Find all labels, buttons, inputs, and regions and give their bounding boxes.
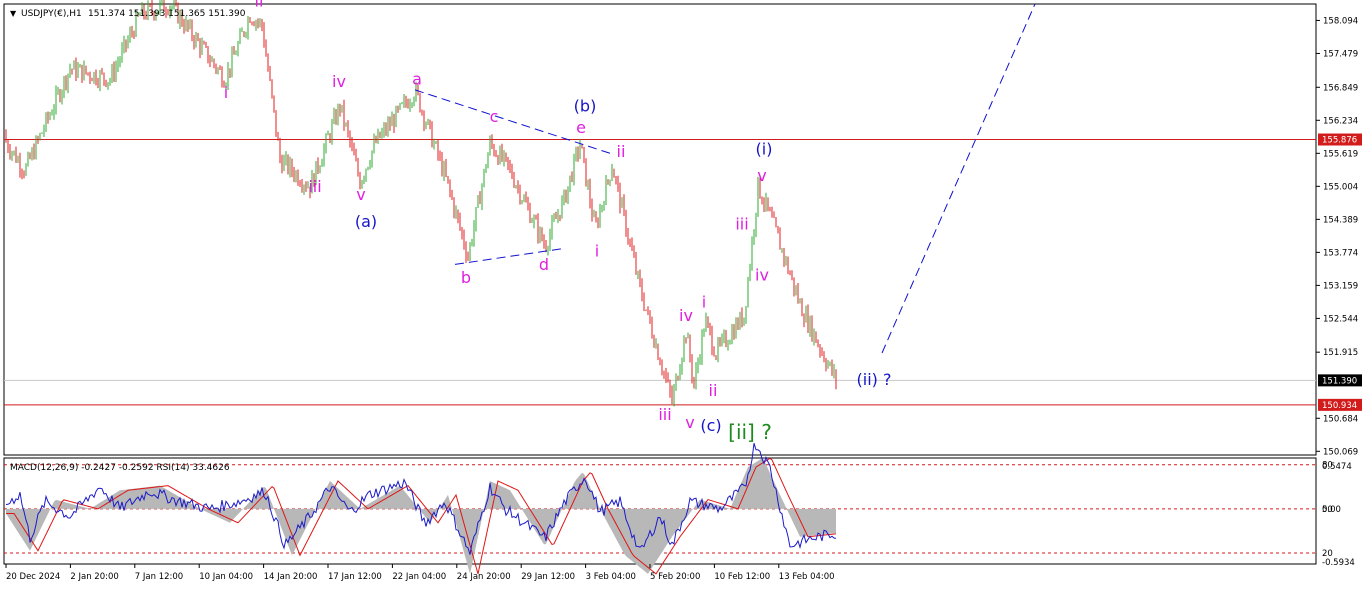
wave-label: a (412, 70, 422, 89)
indicator-tick-label: 50 (1322, 505, 1333, 515)
dropdown-arrow-icon[interactable]: ▼ (10, 9, 17, 18)
time-tick-label: 14 Jan 20:00 (264, 572, 318, 582)
ohlc-values: 151.374 151.393 151.365 151.390 (88, 9, 246, 19)
wave-label: ii (617, 142, 626, 161)
level-price-label: 150.934 (1322, 401, 1357, 411)
price-tick-label: 158.094 (1323, 16, 1358, 26)
wave-label: i (595, 241, 599, 260)
price-tick-label: 157.479 (1323, 49, 1358, 59)
wave-label: v (685, 413, 694, 432)
wave-label: i (224, 83, 228, 102)
price-tick-label: 156.234 (1323, 116, 1358, 126)
price-tick-label: 151.915 (1323, 348, 1358, 358)
wave-label: iv (679, 306, 693, 325)
price-tick-label: 153.774 (1323, 248, 1358, 258)
time-tick-label: 10 Jan 04:00 (199, 572, 253, 582)
wave-label: iii (658, 405, 671, 424)
current-price-label: 151.390 (1322, 376, 1357, 386)
price-tick-label: 156.849 (1323, 83, 1358, 93)
indicator-tick-label: -0.5934 (1322, 558, 1355, 568)
price-tick-label: 150.684 (1323, 414, 1358, 424)
wave-label: iv (755, 266, 769, 285)
time-tick-label: 10 Feb 12:00 (714, 572, 770, 582)
time-tick-label: 2 Jan 20:00 (70, 572, 118, 582)
symbol-label: USDJPY(€),H1 (21, 9, 82, 19)
price-tick-label: 152.544 (1323, 314, 1358, 324)
wave-label: (a) (355, 212, 377, 231)
time-tick-label: 5 Feb 20:00 (650, 572, 700, 582)
indicator-label: MACD(12,26,9) -0.2427 -0.2592 RSI(14) 33… (10, 463, 230, 473)
wave-label: iii (735, 215, 748, 234)
wave-label: c (490, 107, 499, 126)
wave-label: ii (709, 381, 718, 400)
time-tick-label: 17 Jan 12:00 (328, 572, 382, 582)
time-tick-label: 20 Dec 2024 (6, 572, 60, 582)
wave-label: (i) (756, 139, 773, 158)
time-tick-label: 3 Feb 04:00 (586, 572, 636, 582)
time-tick-label: 24 Jan 20:00 (457, 572, 511, 582)
price-chart[interactable]: iiiiviii v(a)abcd(b)eiiiiviiiiii v (c) [ii] … (0, 0, 1366, 588)
price-tick-label: 155.004 (1323, 182, 1358, 192)
price-tick-label: 153.159 (1323, 281, 1358, 291)
time-tick-label: 7 Jan 12:00 (135, 572, 183, 582)
wave-label: v (757, 166, 766, 185)
wave-label: iv (332, 72, 346, 91)
wave-label: (ii) ? (857, 370, 892, 389)
wave-label: iii (308, 177, 321, 196)
wave-label: b (461, 268, 471, 287)
price-tick-label: 150.069 (1323, 447, 1358, 457)
wave-label: ii (255, 0, 264, 11)
wave-label: [ii] ? (728, 420, 772, 444)
time-tick-label: 13 Feb 04:00 (779, 572, 835, 582)
price-tick-label: 155.619 (1323, 149, 1358, 159)
wave-label: e (576, 118, 586, 137)
wave-label: i (702, 292, 706, 311)
price-tick-label: 154.389 (1323, 215, 1358, 225)
level-price-label: 155.876 (1322, 136, 1357, 146)
time-tick-label: 29 Jan 12:00 (521, 572, 575, 582)
time-tick-label: 22 Jan 04:00 (392, 572, 446, 582)
wave-label: (c) (700, 416, 721, 435)
chart-window[interactable]: ii i iv iii v (a) a b c d (b) e ii i iv i ii iii v (c) [ii] … (0, 0, 1366, 588)
wave-label: d (539, 255, 549, 274)
wave-label: v (356, 185, 365, 204)
wave-label: (b) (574, 96, 597, 115)
indicator-tick-label: 80 (1322, 461, 1333, 471)
